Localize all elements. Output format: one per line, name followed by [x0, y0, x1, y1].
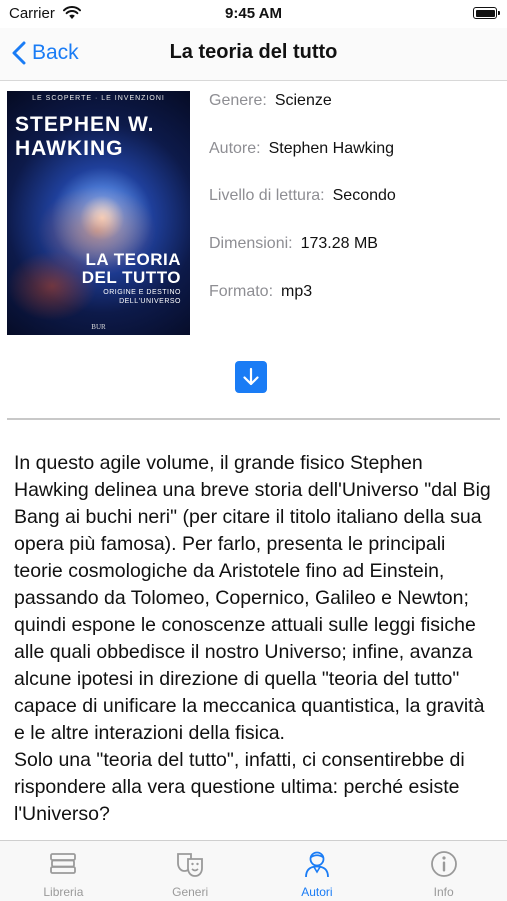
detail-author: Autore: Stephen Hawking [209, 140, 394, 158]
detail-value: mp3 [281, 283, 313, 300]
download-button[interactable] [235, 361, 267, 393]
books-stack-icon [50, 853, 77, 874]
detail-value: Scienze [274, 92, 332, 109]
battery-icon [473, 7, 500, 19]
tab-label: Autori [301, 885, 333, 899]
book-cover-image: LE SCOPERTE · LE INVENZIONI STEPHEN W. H… [7, 91, 190, 335]
detail-value: Stephen Hawking [268, 140, 395, 157]
tab-label: Generi [172, 885, 209, 899]
arrow-down-icon [243, 367, 259, 386]
detail-label: Livello di lettura: [209, 187, 325, 204]
detail-label: Dimensioni: [209, 235, 293, 252]
detail-label: Formato: [209, 283, 274, 300]
info-icon [430, 851, 457, 877]
cover-title: LA TEORIA DEL TUTTO [81, 250, 181, 287]
tab-generi[interactable]: Generi [127, 841, 254, 901]
cover-publisher-logo: BUR [91, 323, 106, 331]
tab-bar: Libreria Generi Autori Info [0, 840, 507, 901]
cover-author: STEPHEN W. HAWKING [15, 113, 155, 160]
person-icon [304, 851, 329, 878]
detail-reading-level: Livello di lettura: Secondo [209, 187, 396, 205]
navigation-bar: Back La teoria del tutto [0, 28, 507, 81]
page-title: La teoria del tutto [169, 41, 338, 63]
detail-value: 173.28 MB [300, 235, 378, 252]
section-divider [7, 418, 500, 420]
tab-libreria[interactable]: Libreria [0, 841, 127, 901]
tab-autori[interactable]: Autori [254, 841, 381, 901]
tab-label: Info [433, 885, 454, 899]
status-bar: Carrier 9:45 AM [0, 0, 507, 28]
book-description: In questo agile volume, il grande fisico… [14, 452, 491, 825]
status-time: 9:45 AM [225, 5, 282, 22]
cover-subtitle: ORIGINE E DESTINO DELL'UNIVERSO [103, 289, 181, 305]
detail-value: Secondo [332, 187, 396, 204]
detail-format: Formato: mp3 [209, 283, 312, 301]
detail-label: Autore: [209, 140, 261, 157]
detail-genre: Genere: Scienze [209, 92, 332, 110]
theater-masks-icon [177, 853, 204, 877]
detail-size: Dimensioni: 173.28 MB [209, 235, 378, 253]
tab-label: Libreria [43, 885, 84, 899]
cover-collection-text: LE SCOPERTE · LE INVENZIONI [32, 95, 165, 102]
tab-info[interactable]: Info [380, 841, 507, 901]
detail-label: Genere: [209, 92, 267, 109]
